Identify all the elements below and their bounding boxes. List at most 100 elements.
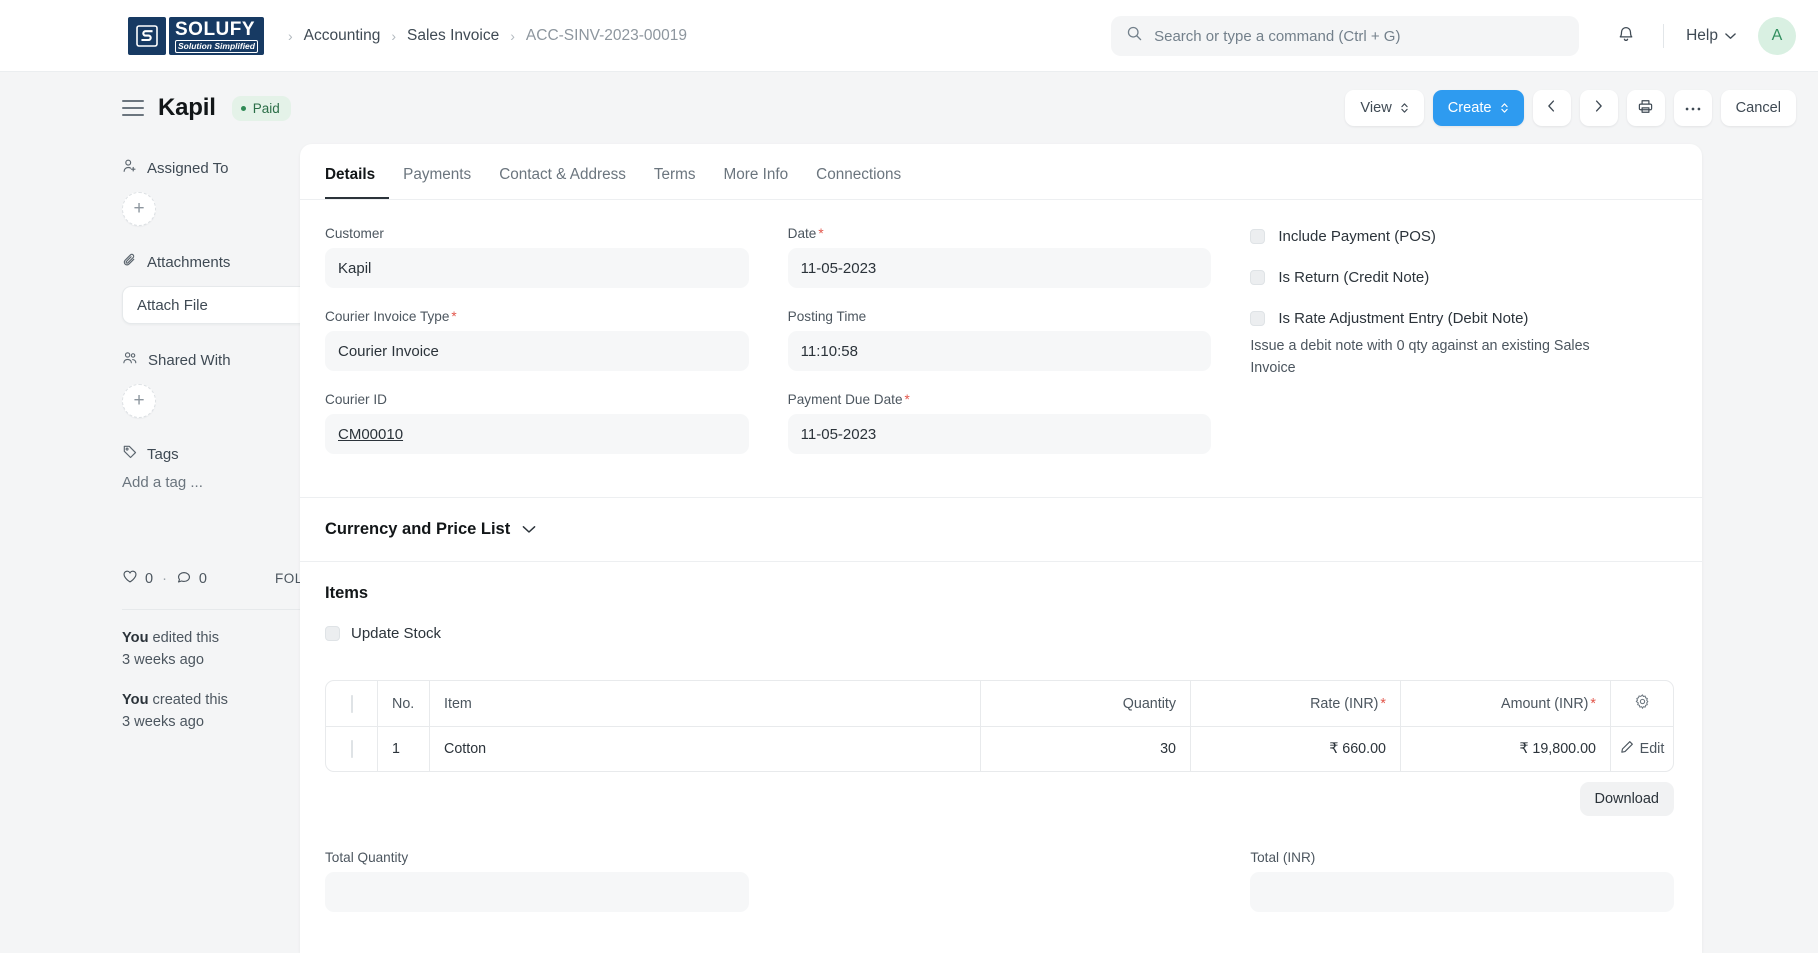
courier-id-input[interactable]: CM00010	[325, 414, 749, 454]
is-return-label: Is Return (Credit Note)	[1278, 269, 1430, 286]
update-stock-label: Update Stock	[351, 625, 442, 642]
shared-with-label: Shared With	[148, 351, 231, 369]
plus-icon: +	[133, 390, 145, 411]
total-inr-input[interactable]	[1250, 872, 1674, 912]
checkbox-is-return[interactable]: Is Return (Credit Note)	[1250, 269, 1674, 286]
create-button[interactable]: Create	[1432, 90, 1524, 126]
courier-invoice-type-input[interactable]: Courier Invoice	[325, 331, 749, 371]
checkbox-include-payment[interactable]: Include Payment (POS)	[1250, 228, 1674, 245]
select-all-column[interactable]	[326, 681, 378, 726]
tab-connections[interactable]: Connections	[802, 166, 915, 199]
ellipsis-icon	[1684, 100, 1702, 116]
edit-row-action[interactable]: Edit	[1620, 740, 1664, 758]
notifications-button[interactable]	[1607, 17, 1645, 55]
column-amount-text: Amount (INR)	[1501, 695, 1589, 712]
checkbox-update-stock[interactable]: Update Stock	[325, 625, 1674, 642]
customer-input[interactable]: Kapil	[325, 248, 749, 288]
currency-price-list-section[interactable]: Currency and Price List	[300, 498, 1702, 562]
activity-action: created this	[148, 692, 228, 708]
field-total-inr: Total (INR)	[1250, 850, 1674, 912]
top-navbar: SOLUFY Solution Simplified › Accounting …	[0, 0, 1818, 72]
cell-rate[interactable]: ₹ 660.00	[1191, 726, 1401, 771]
assigned-to-label: Assigned To	[147, 159, 229, 177]
total-quantity-input[interactable]	[325, 872, 749, 912]
courier-id-label: Courier ID	[325, 392, 387, 407]
comment-count[interactable]: 0	[176, 569, 207, 588]
row-select-checkbox[interactable]	[326, 726, 378, 771]
payment-due-date-label: Payment Due Date *	[788, 392, 1212, 407]
cell-quantity[interactable]: 30	[981, 726, 1191, 771]
tags-header: Tags	[122, 444, 300, 464]
shared-with-header: Shared With	[122, 350, 300, 370]
cancel-button[interactable]: Cancel	[1720, 90, 1796, 126]
breadcrumb-item-accounting[interactable]: Accounting	[304, 27, 381, 45]
tab-payments[interactable]: Payments	[389, 166, 485, 199]
field-posting-time: Posting Time 11:10:58	[787, 309, 1212, 371]
checkbox-icon[interactable]	[350, 694, 353, 713]
required-asterisk: *	[451, 309, 457, 324]
column-rate-text: Rate (INR)	[1310, 695, 1379, 712]
breadcrumb-separator: ›	[510, 27, 515, 44]
totals-spacer	[788, 850, 1212, 912]
gear-icon[interactable]	[1634, 694, 1651, 714]
like-count[interactable]: 0	[122, 569, 153, 588]
table-row[interactable]: 1 Cotton 30 ₹ 660.00 ₹ 19,800.00 Edit	[326, 726, 1673, 771]
form-column-right: Include Payment (POS) Is Return (Credit …	[1250, 226, 1674, 475]
previous-record-button[interactable]	[1532, 90, 1571, 126]
sidebar-section-tags: Tags Add a tag ...	[122, 444, 300, 492]
chevron-down-icon[interactable]	[522, 521, 536, 539]
logo-mark-icon	[128, 16, 166, 55]
view-button[interactable]: View	[1345, 90, 1424, 126]
table-settings-button[interactable]	[1611, 681, 1673, 726]
checkbox-icon[interactable]	[325, 626, 340, 641]
checkbox-icon[interactable]	[1250, 229, 1266, 244]
help-menu-button[interactable]: Help	[1682, 21, 1740, 51]
breadcrumb-separator: ›	[287, 27, 293, 44]
comment-count-value: 0	[198, 570, 207, 587]
users-icon	[122, 350, 139, 370]
breadcrumb: › Accounting › Sales Invoice › ACC-SINV-…	[288, 27, 687, 45]
payment-due-date-input[interactable]: 11-05-2023	[787, 414, 1212, 454]
posting-time-input[interactable]: 11:10:58	[787, 331, 1212, 371]
checkbox-icon[interactable]	[1250, 311, 1266, 326]
print-button[interactable]	[1626, 90, 1665, 126]
main-content: Details Payments Contact & Address Terms…	[300, 144, 1818, 953]
tab-details[interactable]: Details	[325, 166, 390, 199]
sidebar-toggle-icon[interactable]	[122, 100, 144, 116]
row-edit-button[interactable]: Edit	[1611, 726, 1673, 771]
status-badge: Paid	[231, 95, 291, 121]
items-section: Items Update Stock No. Item Quantity Rat…	[300, 562, 1702, 816]
more-actions-button[interactable]	[1673, 90, 1712, 126]
download-button[interactable]: Download	[1579, 782, 1674, 816]
sidebar-section-attachments: Attachments Attach File +	[122, 252, 335, 324]
tab-terms[interactable]: Terms	[640, 166, 710, 199]
checkbox-icon[interactable]	[1250, 270, 1266, 285]
posting-time-label: Posting Time	[787, 309, 867, 324]
next-record-button[interactable]	[1579, 90, 1618, 126]
add-assignee-button[interactable]: +	[122, 192, 156, 226]
app-logo[interactable]: SOLUFY Solution Simplified	[128, 16, 264, 55]
tab-more-info[interactable]: More Info	[710, 166, 803, 199]
add-shared-user-button[interactable]: +	[122, 384, 156, 418]
cell-item[interactable]: Cotton	[430, 726, 981, 771]
search-input[interactable]	[1154, 27, 1565, 45]
cell-no: 1	[378, 726, 430, 771]
page-title: Kapil	[158, 94, 216, 121]
avatar-initial: A	[1771, 27, 1783, 44]
global-search[interactable]	[1111, 16, 1580, 56]
date-input[interactable]: 11-05-2023	[787, 248, 1212, 288]
chevron-right-icon	[1592, 99, 1605, 117]
courier-id-link[interactable]: CM00010	[338, 426, 403, 443]
activity-actor: You	[122, 692, 149, 708]
items-section-title: Items	[325, 584, 369, 602]
avatar[interactable]: A	[1758, 17, 1796, 55]
view-label: View	[1360, 100, 1392, 116]
tab-contact-address[interactable]: Contact & Address	[485, 166, 640, 199]
checkbox-icon[interactable]	[350, 740, 353, 758]
checkbox-is-rate-adjustment[interactable]: Is Rate Adjustment Entry (Debit Note)	[1250, 310, 1674, 327]
column-item: Item	[430, 681, 981, 726]
add-tag-input[interactable]: Add a tag ...	[122, 474, 300, 491]
breadcrumb-item-sales-invoice[interactable]: Sales Invoice	[407, 27, 499, 45]
cell-amount[interactable]: ₹ 19,800.00	[1401, 726, 1611, 771]
required-asterisk: *	[904, 392, 910, 407]
